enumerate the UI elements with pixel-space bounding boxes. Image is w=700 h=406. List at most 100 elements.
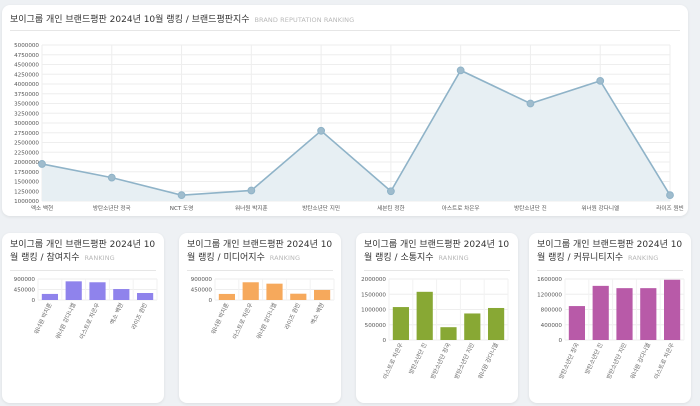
x-tick-label: 아스트로 차은우: [231, 301, 255, 340]
x-tick-label: 방탄소년단 지민: [605, 341, 629, 380]
data-point: [247, 186, 256, 195]
bar: [242, 282, 259, 300]
x-tick-label: 워너원 강다니엘: [581, 204, 619, 212]
x-tick-label: 방탄소년단 정국: [93, 204, 131, 212]
community-card: 보이그룹 개인 브랜드평판 2024년 10월 랭킹 / 커뮤니티지수 RANK…: [529, 233, 691, 403]
y-tick-label: 3000000: [14, 121, 39, 127]
main-chart-card: 보이그룹 개인 브랜드평판 2024년 10월 랭킹 / 브랜드평판지수 BRA…: [2, 5, 688, 216]
bar: [392, 307, 409, 340]
y-tick-label: 0: [382, 338, 386, 344]
x-tick-label: 방탄소년단 정국: [429, 341, 453, 380]
x-tick-label: 워너원 강다니엘: [628, 341, 652, 380]
y-tick-label: 1250000: [14, 189, 39, 195]
x-tick-label: 방탄소년단 진: [407, 341, 429, 375]
data-point: [38, 160, 46, 168]
y-tick-label: 2000000: [361, 277, 386, 283]
x-tick-label: 엑소 백현: [309, 301, 326, 325]
bar: [464, 313, 481, 340]
bar-chart-media: 0 450000 900000 워너원 박지훈 아스트로 차은우 워너원 강다니엘 라이즈 …: [191, 277, 335, 340]
x-tick-label: 방탄소년단 진: [583, 341, 605, 375]
y-tick-label: 4000000: [14, 82, 39, 88]
bar: [65, 281, 82, 300]
data-point: [666, 191, 674, 200]
bar: [416, 291, 433, 340]
x-tick-label: 워너원 강다니엘: [476, 341, 500, 380]
y-tick-label: 3750000: [14, 92, 39, 98]
x-tick-label: 방탄소년단 정국: [557, 341, 581, 380]
participation-card: 보이그룹 개인 브랜드평판 2024년 10월 랭킹 / 참여지수 RANKIN…: [2, 233, 164, 403]
x-tick-label: 방탄소년단 지민: [302, 204, 340, 212]
y-tick-label: 1000000: [361, 308, 386, 314]
x-tick-label: 라이즈 원빈: [656, 204, 684, 212]
bar: [266, 283, 283, 300]
y-tick-label: 1000000: [14, 199, 39, 205]
bar-chart-communication: 0500000100000015000002000000아스트로 차은우 방탄소년…: [361, 277, 509, 380]
x-tick-label: 워너원 강다니엘: [255, 301, 279, 340]
x-tick-label: 방탄소년단 지민: [452, 341, 476, 380]
y-tick-label: 450000: [14, 288, 36, 294]
bar: [41, 293, 58, 300]
y-tick-label: 1600000: [537, 277, 562, 283]
x-tick-label: 라이즈 원빈: [283, 301, 302, 330]
y-tick-label: 900000: [191, 277, 213, 283]
x-tick-label: 워너원 박지훈: [235, 204, 268, 212]
x-tick-label: 워너원 박지훈: [209, 301, 231, 336]
x-tick-label: NCT 도영: [170, 204, 194, 212]
bar: [290, 293, 307, 300]
bar: [616, 288, 633, 340]
x-tick-label: 세븐틴 정한: [377, 204, 405, 212]
x-tick-label: 라이즈 원빈: [130, 301, 149, 330]
y-tick-label: 0: [31, 298, 35, 304]
y-tick-label: 2250000: [14, 150, 39, 156]
y-tick-label: 4250000: [14, 72, 39, 78]
y-tick-label: 5000000: [14, 43, 39, 49]
y-tick-label: 1500000: [361, 292, 386, 298]
bar: [218, 293, 235, 300]
y-tick-label: 4750000: [14, 53, 39, 59]
y-tick-label: 0: [208, 298, 212, 304]
y-tick-label: 800000: [541, 308, 563, 314]
line-chart: 1000000 1250000 1500000 1750000 2000000 22500…: [14, 43, 684, 212]
data-point: [177, 191, 186, 200]
bar: [113, 289, 130, 300]
y-tick-label: 4500000: [14, 63, 39, 69]
data-point: [317, 126, 326, 135]
y-tick-label: 1200000: [537, 292, 562, 298]
data-point: [526, 99, 535, 108]
data-point: [107, 173, 116, 182]
media-card: 보이그룹 개인 브랜드평판 2024년 10월 랭킹 / 미디어지수 RANKI…: [179, 233, 341, 403]
bar: [314, 289, 331, 300]
data-point: [596, 76, 605, 85]
bar: [89, 282, 106, 300]
data-point: [456, 66, 465, 75]
bar-chart-participation: 0 450000 900000 워너원 박지훈 워너원 강다니엘 아스트로 차은우 엑소 백…: [14, 277, 158, 340]
y-tick-label: 400000: [541, 323, 563, 329]
bar-chart-community: 040000080000012000001600000방탄소년단 정국 방탄소년단…: [537, 277, 685, 380]
y-tick-label: 1750000: [14, 170, 39, 176]
x-tick-label: 방탄소년단 진: [514, 204, 547, 212]
x-tick-label: 워너원 강다니엘: [54, 301, 78, 340]
y-tick-label: 2500000: [14, 141, 39, 147]
bar: [488, 307, 505, 340]
bar: [568, 306, 585, 340]
x-tick-label: 엑소 백현: [108, 301, 125, 325]
x-tick-label: 워너원 박지훈: [32, 301, 54, 336]
x-tick-label: 엑소 백현: [31, 204, 53, 212]
x-tick-label: 아스트로 차은우: [442, 204, 480, 212]
y-tick-label: 3500000: [14, 102, 39, 108]
y-tick-label: 2000000: [14, 160, 39, 166]
y-tick-label: 900000: [14, 277, 36, 283]
bar: [137, 293, 154, 300]
x-tick-label: 아스트로 차은우: [381, 341, 405, 380]
data-point: [386, 187, 395, 196]
bar: [440, 327, 457, 340]
x-tick-label: 아스트로 차은우: [652, 341, 676, 380]
y-tick-label: 450000: [191, 288, 213, 294]
communication-card: 보이그룹 개인 브랜드평판 2024년 10월 랭킹 / 소통지수 RANKIN…: [356, 233, 518, 403]
y-tick-label: 2750000: [14, 131, 39, 137]
bar: [640, 288, 657, 340]
x-tick-label: 아스트로 차은우: [78, 301, 102, 340]
bar: [592, 285, 609, 340]
y-tick-label: 3250000: [14, 111, 39, 117]
y-tick-label: 500000: [365, 323, 387, 329]
